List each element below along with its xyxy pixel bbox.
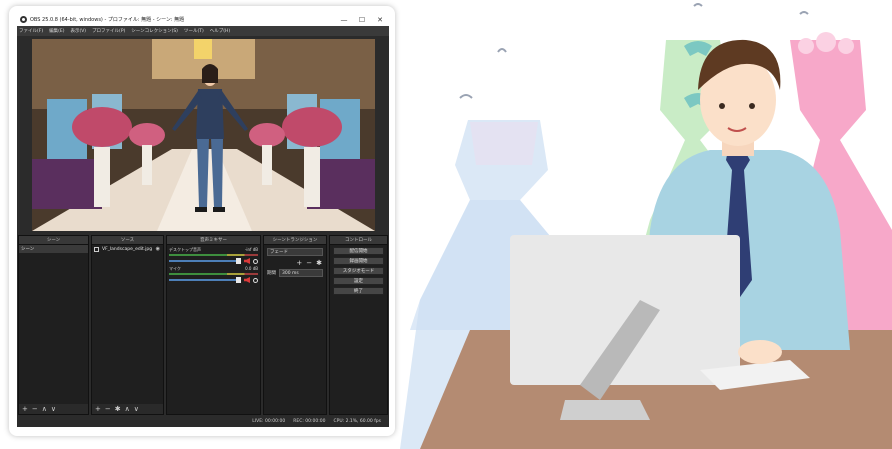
menu-bar: ファイル(F) 編集(E) 表示(V) プロファイル(P) シーンコレクション(… [17, 26, 389, 36]
volume-slider-handle[interactable] [236, 258, 241, 264]
maximize-button[interactable]: ☐ [353, 16, 371, 24]
start-streaming-button[interactable]: 配信開始 [333, 247, 384, 255]
move-source-up-button[interactable]: ∧ [125, 405, 130, 413]
transition-select[interactable]: フェード [267, 248, 323, 256]
mute-speaker-icon[interactable] [244, 277, 250, 283]
live-status: LIVE: 00:00:00 [252, 419, 286, 424]
volume-slider-handle[interactable] [236, 277, 241, 283]
move-scene-down-button[interactable]: ∨ [51, 405, 56, 413]
title-bar: OBS 25.0.8 (64-bit, windows) - プロファイル: 無… [17, 13, 389, 26]
cpu-status: CPU: 2.1%, 60.00 fps [333, 419, 382, 424]
preview-canvas[interactable] [32, 39, 375, 231]
source-item[interactable]: VF_landscape_edit.jpg ◉ [92, 245, 163, 253]
window-title: OBS 25.0.8 (64-bit, windows) - プロファイル: 無… [30, 17, 185, 23]
mixer-dock-title: 音声ミキサー [167, 236, 260, 245]
add-scene-button[interactable]: + [22, 405, 28, 413]
duration-input[interactable]: 300 ms [279, 269, 323, 277]
track-name: マイク [169, 266, 181, 271]
preview-image [32, 39, 375, 231]
volume-slider[interactable] [169, 277, 241, 283]
sources-toolbar: + − ✱ ∧ ∨ [92, 404, 163, 414]
scene-item[interactable]: シーン [19, 245, 88, 253]
mixer-track-mic: マイク 0.0 dB [167, 264, 260, 283]
image-source-icon [94, 246, 99, 252]
add-source-button[interactable]: + [95, 405, 101, 413]
track-level: 0.0 dB [245, 266, 258, 271]
mixer-track-desktop: デスクトップ音声 -inf dB [167, 245, 260, 264]
track-name: デスクトップ音声 [169, 247, 201, 252]
gear-icon[interactable] [253, 277, 258, 283]
transitions-dock: シーントランジション フェード + − ✱ 期間 300 ms [263, 235, 327, 415]
transition-duration: 期間 300 ms [267, 269, 323, 277]
level-meter [169, 254, 258, 256]
remove-scene-button[interactable]: − [32, 405, 38, 413]
settings-button[interactable]: 設定 [333, 277, 384, 285]
controls-dock: コントロール 配信開始 録画開始 スタジオモード 設定 終了 [329, 235, 388, 415]
scenes-toolbar: + − ∧ ∨ [19, 404, 88, 414]
mixer-dock: 音声ミキサー デスクトップ音声 -inf dB マイク 0.0 dB [166, 235, 261, 415]
obs-window: OBS 25.0.8 (64-bit, windows) - プロファイル: 無… [17, 13, 389, 427]
menu-scene-collection[interactable]: シーンコレクション(S) [131, 28, 178, 34]
add-transition-button[interactable]: + [296, 259, 302, 267]
menu-profile[interactable]: プロファイル(P) [92, 28, 125, 34]
dock-area: シーン シーン + − ∧ ∨ ソース VF_landscape_edit.jp… [17, 235, 389, 425]
controls-dock-title: コントロール [330, 236, 387, 245]
move-source-down-button[interactable]: ∨ [134, 405, 139, 413]
exit-button[interactable]: 終了 [333, 287, 384, 295]
track-level: -inf dB [244, 247, 258, 252]
level-meter [169, 273, 258, 275]
volume-slider[interactable] [169, 258, 241, 264]
remove-transition-button[interactable]: − [306, 259, 312, 267]
start-recording-button[interactable]: 録画開始 [333, 257, 384, 265]
transitions-dock-title: シーントランジション [264, 236, 326, 245]
scenes-dock-title: シーン [19, 236, 88, 245]
menu-file[interactable]: ファイル(F) [19, 28, 43, 34]
source-properties-button[interactable]: ✱ [115, 405, 121, 413]
menu-tools[interactable]: ツール(T) [184, 28, 204, 34]
minimize-button[interactable]: — [335, 16, 353, 24]
transition-toolbar: + − ✱ [264, 256, 326, 267]
duration-label: 期間 [267, 271, 276, 276]
menu-help[interactable]: ヘルプ(H) [210, 28, 230, 34]
sources-dock-title: ソース [92, 236, 163, 245]
stage: OBS 25.0.8 (64-bit, windows) - プロファイル: 無… [0, 0, 892, 449]
menu-edit[interactable]: 編集(E) [49, 28, 64, 34]
source-item-label: VF_landscape_edit.jpg [102, 246, 153, 252]
visibility-eye-icon[interactable]: ◉ [156, 246, 160, 252]
rec-status: REC: 00:00:00 [293, 419, 326, 424]
sources-dock: ソース VF_landscape_edit.jpg ◉ + − ✱ ∧ ∨ [91, 235, 164, 415]
gear-icon[interactable] [253, 258, 258, 264]
close-button[interactable]: ✕ [371, 16, 389, 24]
scenes-dock: シーン シーン + − ∧ ∨ [18, 235, 89, 415]
menu-view[interactable]: 表示(V) [70, 28, 86, 34]
move-scene-up-button[interactable]: ∧ [42, 405, 47, 413]
remove-source-button[interactable]: − [105, 405, 111, 413]
status-bar: LIVE: 00:00:00 REC: 00:00:00 CPU: 2.1%, … [17, 416, 389, 427]
transition-settings-button[interactable]: ✱ [316, 259, 322, 267]
studio-mode-button[interactable]: スタジオモード [333, 267, 384, 275]
obs-logo-icon [20, 16, 27, 23]
